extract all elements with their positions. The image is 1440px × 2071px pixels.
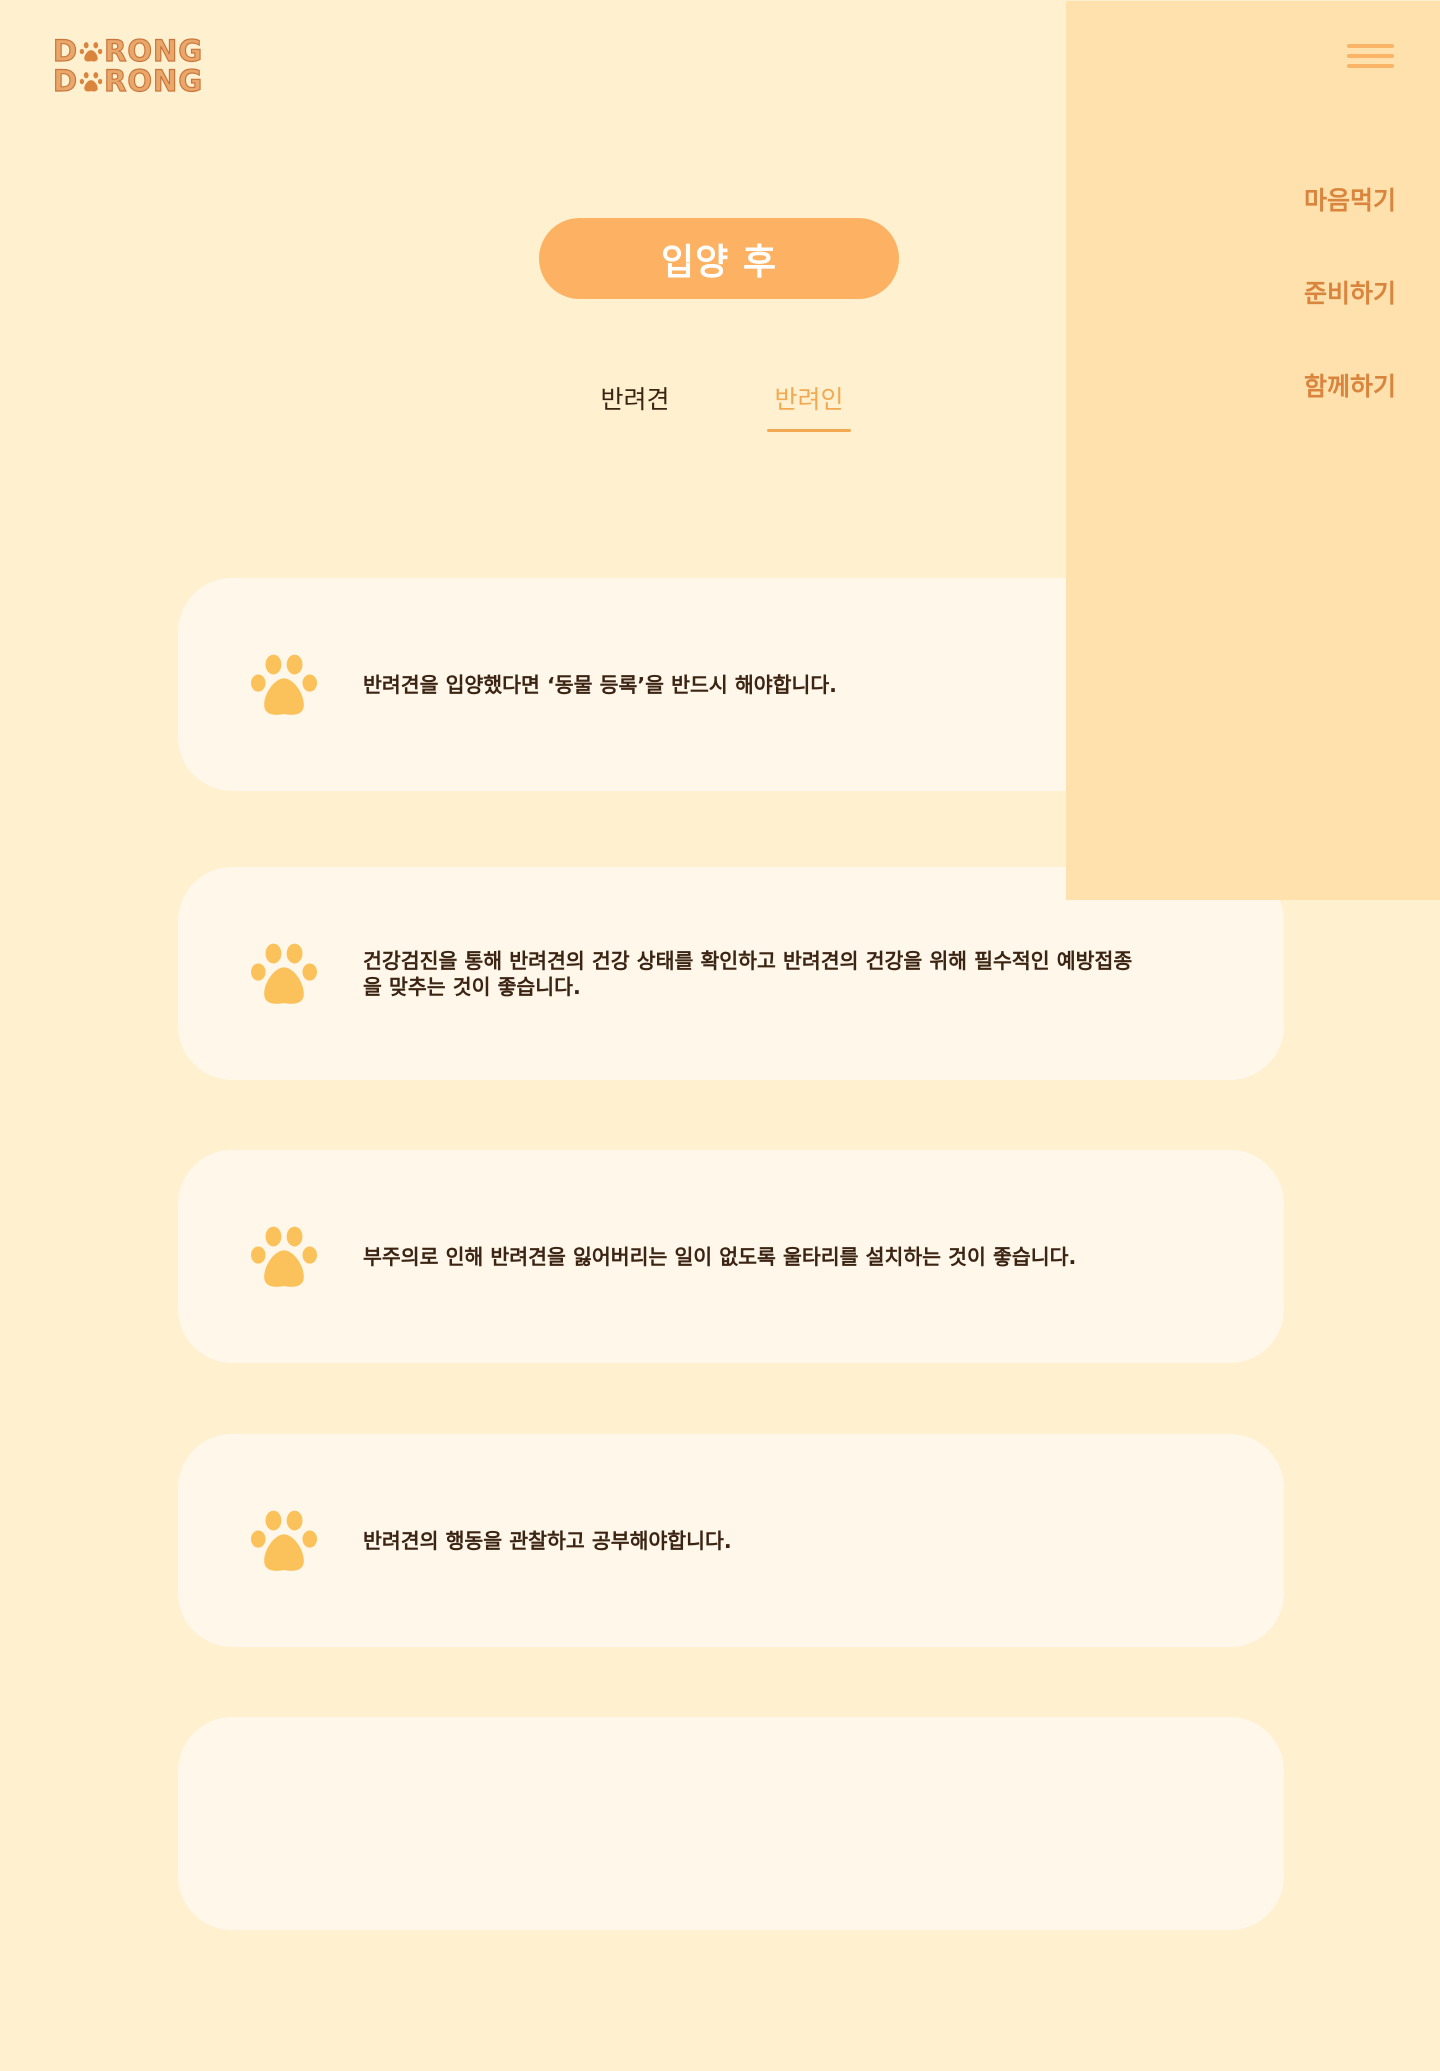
info-card: 부주의로 인해 반려견을 잃어버리는 일이 없도록 울타리를 설치하는 것이 좋…	[178, 1150, 1284, 1363]
logo-word: RONG	[103, 34, 204, 68]
logo-letter: D	[52, 34, 79, 68]
paw-icon	[251, 654, 317, 715]
hamburger-line	[1347, 54, 1394, 58]
active-tab-indicator	[767, 429, 851, 432]
section-title-pill: 입양 후	[539, 218, 899, 299]
hamburger-line	[1347, 64, 1394, 68]
paw-icon	[79, 42, 103, 62]
paw-icon	[251, 943, 317, 1004]
info-card: 반려견의 행동을 관찰하고 공부해야합니다.	[178, 1434, 1284, 1647]
paw-icon	[79, 72, 103, 92]
logo-word: RONG	[103, 64, 204, 98]
section-title: 입양 후	[661, 241, 777, 283]
menu-item-together[interactable]: 함께하기	[1304, 367, 1396, 403]
logo-line-1: D RONG	[52, 34, 204, 68]
hamburger-menu-icon[interactable]	[1347, 44, 1394, 70]
info-card-empty	[178, 1717, 1284, 1930]
card-text: 반려견의 행동을 관찰하고 공부해야합니다.	[363, 1528, 732, 1553]
paw-icon	[251, 1510, 317, 1571]
card-text	[363, 1717, 1143, 1930]
card-text: 부주의로 인해 반려견을 잃어버리는 일이 없도록 울타리를 설치하는 것이 좋…	[363, 1244, 1077, 1269]
menu-item-prepare[interactable]: 준비하기	[1304, 274, 1396, 310]
paw-icon	[251, 1226, 317, 1287]
card-text: 건강검진을 통해 반려견의 건강 상태를 확인하고 반려견의 건강을 위해 필수…	[363, 948, 1133, 999]
hamburger-line	[1347, 44, 1394, 48]
tab-owner[interactable]: 반려인	[767, 380, 851, 420]
logo[interactable]: D RONG D RONG	[52, 34, 204, 98]
side-menu: 마음먹기 준비하기 함께하기	[1066, 1, 1440, 900]
card-text: 반려견을 입양했다면 ‘동물 등록’을 반드시 해야합니다.	[363, 672, 837, 697]
logo-line-2: D RONG	[52, 64, 204, 98]
menu-item-decide[interactable]: 마음먹기	[1304, 181, 1396, 217]
logo-letter: D	[52, 64, 79, 98]
tab-dog[interactable]: 반려견	[590, 380, 680, 420]
